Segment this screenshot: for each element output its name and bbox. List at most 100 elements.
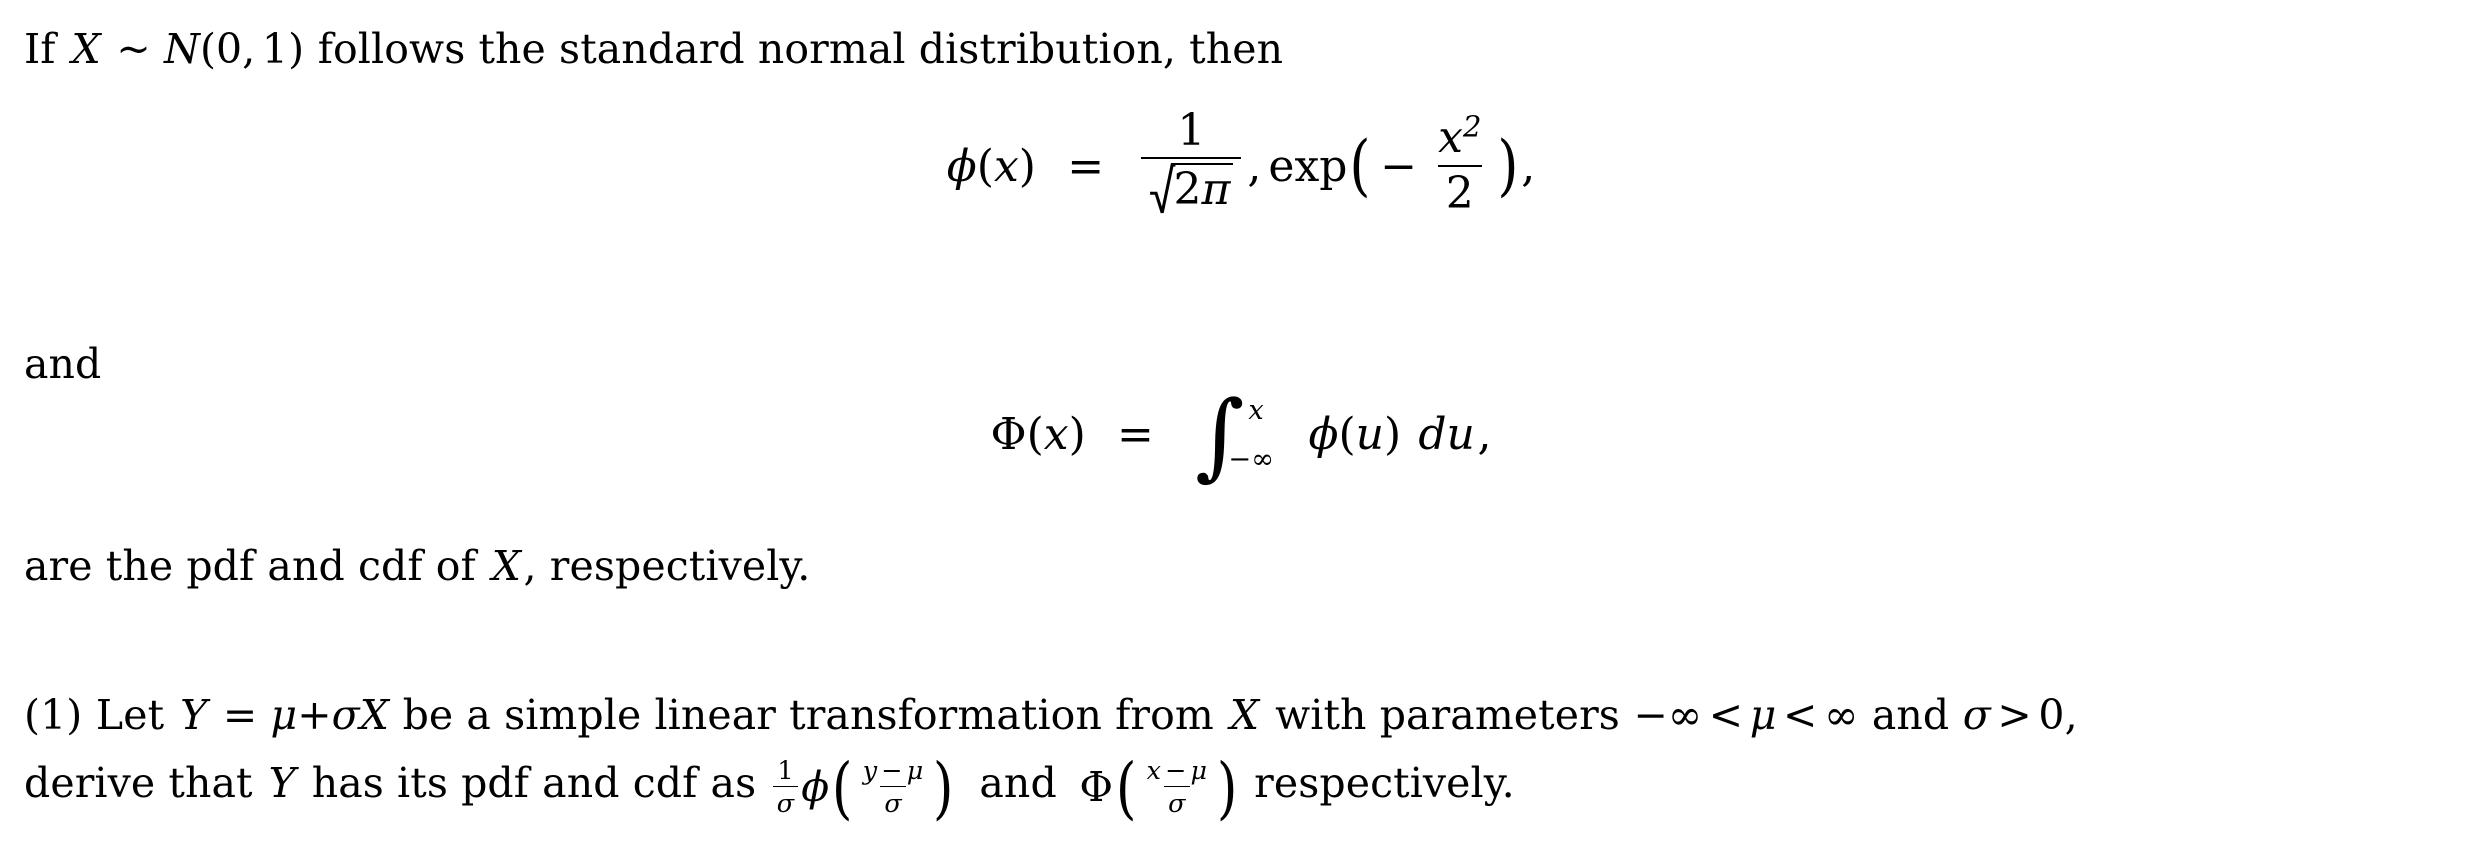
radical-icon (1149, 163, 1176, 215)
pdf-num-minus: − (881, 754, 903, 785)
variable-y-2: Y (268, 759, 296, 807)
part-one-equals: = (222, 691, 258, 739)
inline-phi-symbol: ϕ (801, 762, 830, 811)
part-one-variable-x: X (359, 691, 390, 739)
cdf-display-equation: Φ(x) = ∫ x −∞ ϕ(u) du, (0, 389, 2482, 483)
exponent-base-x: x (1438, 112, 1463, 164)
pi-symbol: π (1201, 164, 1231, 216)
exp-close-paren: ) (1497, 127, 1519, 205)
pdf-num-mu: μ (906, 754, 924, 785)
part-one-variable-x2: X (1229, 691, 1260, 739)
normal-distribution-symbol: N (163, 25, 200, 73)
phi-open-paren: ( (976, 140, 994, 192)
square-root-group: 2π (1149, 163, 1234, 216)
cdf-num-mu: μ (1190, 754, 1208, 785)
inline-phi-close-paren: ) (933, 748, 954, 828)
cdf-num-minus: − (1165, 754, 1187, 785)
phi-symbol: ϕ (946, 140, 977, 192)
cdf-frac-numerator: x − μ (1143, 754, 1212, 786)
positive-infinity: ∞ (1824, 691, 1859, 739)
closing-paragraph: are the pdf and cdf of X, respectively. (24, 535, 810, 597)
dist-open-paren: ( (199, 25, 217, 73)
cdf-trailing-comma: , (1477, 409, 1492, 461)
x-minus-mu-over-sigma-fraction: x − μ σ (1143, 754, 1212, 817)
cdf-close-paren: ) (1068, 409, 1086, 461)
cdf-argument-x: x (1043, 409, 1069, 461)
closing-text-b: , respectively. (523, 542, 811, 590)
part-one-pdf-cdf-text: has its pdf and cdf as (311, 759, 757, 807)
integral-upper-limit: x (1248, 394, 1264, 426)
pdf-trailing-comma: , (1521, 140, 1536, 192)
cdf-num-x: x (1146, 754, 1161, 785)
dist-close-paren: ) (288, 25, 305, 73)
integrand-close-paren: ) (1384, 409, 1402, 461)
negative-infinity: −∞ (1633, 691, 1703, 739)
sigma-symbol-2: σ (1962, 691, 1991, 739)
closing-text-a: are the pdf and cdf of (24, 542, 476, 590)
inline-cdf-open-paren: ( (1115, 748, 1137, 828)
capital-phi-symbol: Φ (990, 409, 1027, 461)
dist-mean-value: 0 (216, 25, 243, 73)
cdf-open-paren: ( (1026, 409, 1044, 461)
intro-suffix: follows the standard normal distribution… (317, 25, 1284, 73)
equals-sign: = (1067, 140, 1105, 192)
part-number: (1) (24, 691, 83, 739)
zero-value: 0 (2038, 691, 2065, 739)
greater-than-sign: > (1997, 691, 2032, 739)
part-one-text-c: with parameters (1275, 691, 1620, 739)
one-over-sigma-fraction: 1σ (772, 754, 799, 817)
inline-frac-num-one: 1 (777, 754, 794, 785)
mu-symbol: μ (270, 691, 298, 739)
cdf-expression: Φ(x − μ σ) (1079, 748, 1240, 828)
dist-variance-value: 1 (261, 25, 289, 73)
inline-cdf-close-paren: ) (1217, 748, 1238, 828)
intro-prefix: If (24, 25, 56, 73)
comma-after-fraction: , (1247, 140, 1262, 192)
fraction-denominator-sqrt: 2π (1141, 157, 1242, 224)
pdf-frac-denominator-sigma: σ (880, 785, 906, 817)
integral-limits: x −∞ (1228, 395, 1280, 475)
phi-close-paren: ) (1018, 140, 1036, 192)
plus-sign: + (297, 691, 332, 739)
inline-frac-den-sigma: σ (772, 785, 799, 817)
integrand-phi-symbol: ϕ (1308, 409, 1339, 461)
less-than-2: < (1783, 691, 1818, 739)
connector-text: and (24, 340, 102, 388)
intro-paragraph: If X ~ N(0, 1) follows the standard normal di… (24, 18, 1283, 80)
exponent-denominator-two: 2 (1437, 164, 1482, 217)
inline-capital-phi-symbol: Φ (1079, 762, 1114, 811)
inline-phi-open-paren: ( (832, 748, 853, 828)
pdf-num-y: y (862, 754, 878, 785)
y-minus-mu-over-sigma-fraction: y − μ σ (859, 754, 928, 817)
mu-symbol-2: μ (1749, 691, 1777, 739)
less-than-1: < (1708, 691, 1744, 739)
pdf-frac-numerator: y − μ (859, 754, 928, 786)
sqrt-two: 2 (1173, 164, 1202, 216)
differential-du: du (1418, 409, 1475, 461)
variable-y: Y (180, 691, 208, 739)
part-one-derive-text: derive that (24, 759, 253, 807)
one-over-sqrt-2pi-fraction: 1 2π (1141, 107, 1242, 224)
part-one-line1-comma: , (2064, 691, 2078, 739)
sigma-symbol: σ (331, 691, 360, 739)
part-one-and-2: and (979, 759, 1057, 807)
cdf-equals-sign: = (1117, 409, 1154, 461)
pdf-expression: 1 σ ϕ(y − μ σ) (770, 748, 957, 828)
part-one-respectively: respectively. (1254, 759, 1515, 807)
pdf-display-equation: ϕ(x) = 1 2π , exp(− x2 2) , (0, 107, 2482, 224)
part-one-let: Let (95, 691, 165, 739)
part-one-line-one: (1) Let Y = μ+σX be a simple linear transform… (24, 684, 2078, 746)
tilde-operator: ~ (116, 25, 151, 73)
document-page: If X ~ N(0, 1) follows the standard normal di… (0, 0, 2482, 860)
intro-variable-x: X (71, 25, 101, 73)
dist-comma: , (242, 25, 256, 73)
phi-argument-x: x (993, 140, 1019, 192)
connector-paragraph: and (24, 333, 101, 395)
cdf-frac-denominator-sigma: σ (1164, 785, 1190, 817)
integral-lower-limit: −∞ (1228, 443, 1274, 475)
integrand-variable-u: u (1355, 409, 1384, 461)
part-one-line-two: derive that Yhas its pdf and cdf as 1 σ ϕ(y −… (24, 748, 1515, 828)
exponent-power-two: 2 (1462, 109, 1482, 144)
x-squared-over-two-fraction: x2 2 (1430, 112, 1489, 217)
part-one-text-b: be a simple linear transformation from (402, 691, 1214, 739)
